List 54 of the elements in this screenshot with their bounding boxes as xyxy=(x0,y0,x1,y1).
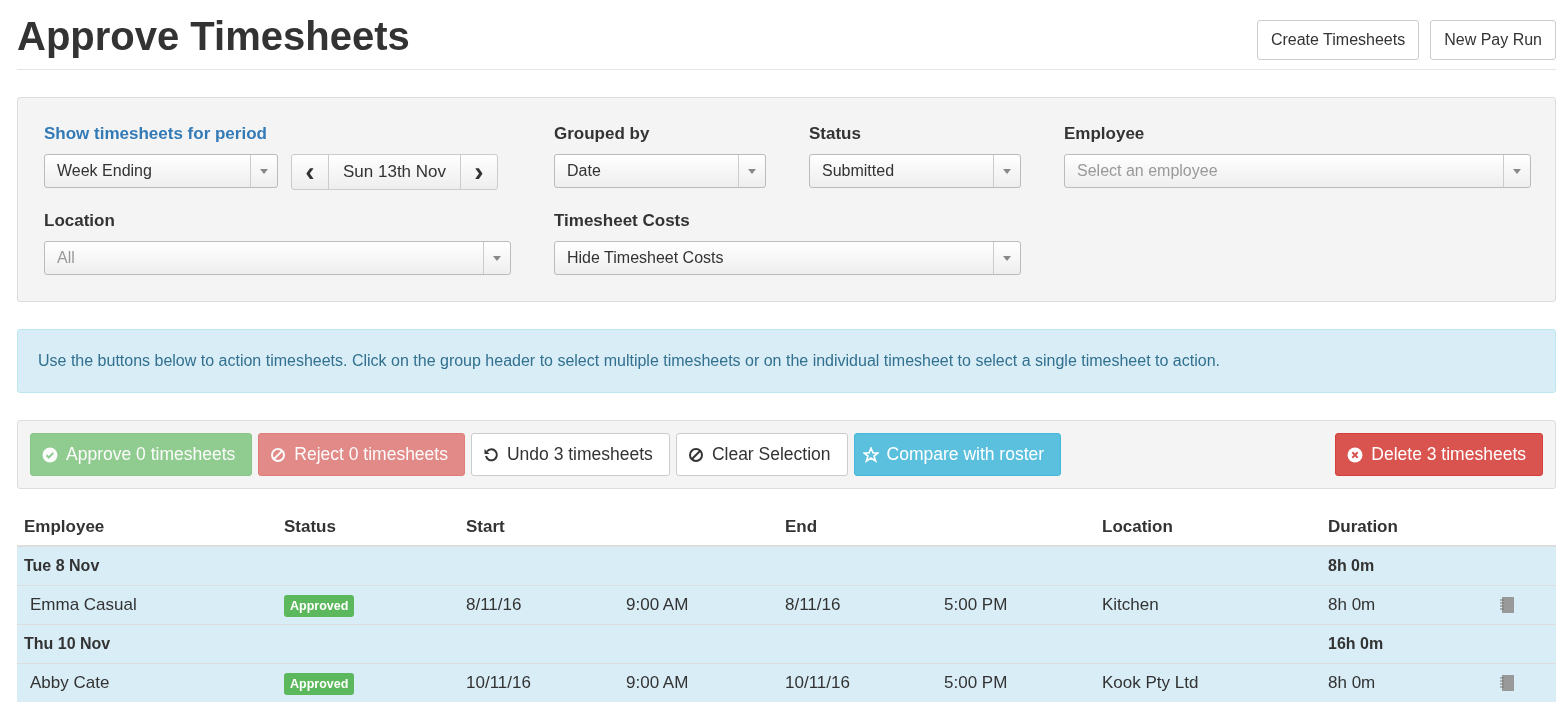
group-header[interactable]: Thu 10 Nov xyxy=(24,635,111,652)
notebook-icon[interactable] xyxy=(1498,674,1516,692)
table-cell: 8h 0m xyxy=(1328,673,1376,692)
info-message: Use the buttons below to action timesheets. Click on the group header to select multiple timesheets or on the individual timesheet to select a single timesheet to action. xyxy=(17,329,1556,393)
caret-icon xyxy=(260,168,268,174)
ban-icon xyxy=(687,446,704,463)
status-label: Approved xyxy=(284,673,355,695)
caret-icon xyxy=(1513,168,1521,174)
select-field[interactable]: Hide Timesheet Costs xyxy=(554,241,1021,275)
notebook-icon[interactable] xyxy=(1498,596,1516,614)
group-duration: 8h 0m xyxy=(1328,557,1375,574)
header-button[interactable]: Create Timesheets xyxy=(1256,20,1420,60)
field-label: Employee xyxy=(1064,124,1146,144)
group-duration: 16h 0m xyxy=(1328,635,1384,652)
delete-button[interactable]: Delete 3 timesheets xyxy=(1335,433,1543,476)
page-title: Approve Timesheets xyxy=(17,14,410,59)
undo-icon xyxy=(482,446,499,463)
ban-icon xyxy=(270,446,287,463)
field-label: Show timesheets for period xyxy=(44,124,268,144)
close-circle-icon xyxy=(1347,446,1364,463)
select-field[interactable]: Week Ending xyxy=(44,154,278,188)
select-field[interactable]: Submitted xyxy=(809,154,1021,188)
table-cell: 8/11/16 xyxy=(466,595,522,614)
header-button[interactable]: New Pay Run xyxy=(1430,20,1556,60)
period-date: Sun 13th Nov xyxy=(328,155,461,189)
field-label: Status xyxy=(809,124,862,144)
table-cell: Kitchen xyxy=(1102,595,1159,614)
table-cell: 5:00 PM xyxy=(944,673,1008,692)
caret-icon xyxy=(1003,255,1011,261)
table-cell: 10/11/16 xyxy=(785,673,850,692)
table-cell: 10/11/16 xyxy=(466,673,531,692)
table-cell: Kook Pty Ltd xyxy=(1102,673,1199,692)
table-cell: 8h 0m xyxy=(1328,595,1376,614)
group-header[interactable]: Tue 8 Nov xyxy=(24,557,100,574)
previous-button[interactable]: ‹ xyxy=(292,155,328,189)
caret-icon xyxy=(748,168,756,174)
select-field[interactable]: Date xyxy=(554,154,766,188)
status-label: Approved xyxy=(284,595,355,617)
caret-icon xyxy=(1003,168,1011,174)
caret-icon xyxy=(493,255,501,261)
field-label: Grouped by xyxy=(554,124,651,144)
table-cell: 5:00 PM xyxy=(944,595,1008,614)
next-button[interactable]: › xyxy=(461,155,497,189)
table-cell: 9:00 AM xyxy=(626,673,689,692)
clear-button[interactable]: Clear Selection xyxy=(675,433,848,476)
field-label: Timesheet Costs xyxy=(554,211,691,231)
table-cell[interactable]: Emma Casual xyxy=(30,595,137,614)
table-cell[interactable]: Abby Cate xyxy=(30,673,110,692)
table-cell: 9:00 AM xyxy=(626,595,689,614)
table-cell: 8/11/16 xyxy=(785,595,841,614)
check-circle-icon xyxy=(42,446,58,463)
star-icon xyxy=(862,446,879,463)
field-label: Location xyxy=(44,211,116,231)
undo-button[interactable]: Undo 3 timesheets xyxy=(470,433,670,476)
